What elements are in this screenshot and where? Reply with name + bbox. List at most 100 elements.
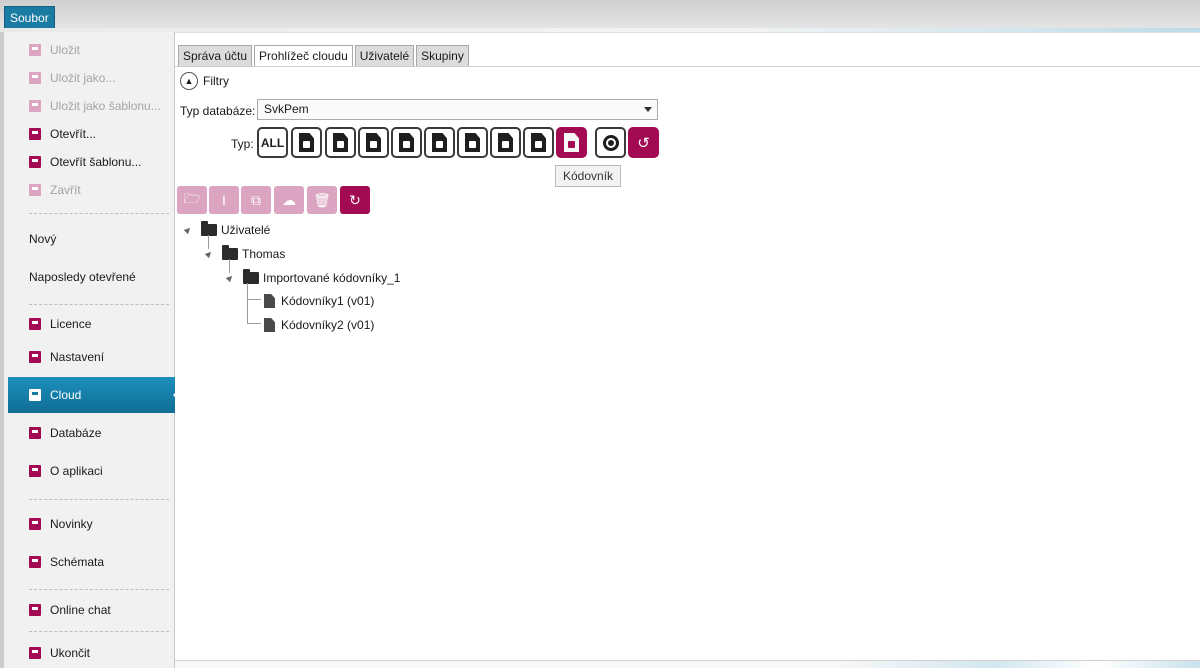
menu-open-template[interactable]: Otevřít šablonu... <box>8 148 175 176</box>
chevron-up-icon: ▲ <box>180 72 198 90</box>
menu-recent-label: Naposledy otevřené <box>29 270 136 284</box>
menu-open[interactable]: Otevřít... <box>8 120 175 148</box>
folder-open-template-icon <box>29 156 41 168</box>
menu-about[interactable]: O aplikaci <box>8 457 175 485</box>
tree-node-codebook-2[interactable]: Kódovníky2 (v01) <box>264 317 374 333</box>
type-dollar-button[interactable] <box>358 127 389 158</box>
tree-node-label: Kódovníky2 (v01) <box>281 318 375 332</box>
refresh-button[interactable]: ↻ <box>340 186 370 214</box>
codebook-file-icon <box>264 318 275 332</box>
menu-cloud[interactable]: Cloud <box>8 377 180 413</box>
type-users-button[interactable] <box>291 127 322 158</box>
tree-node-label: Kódovníky1 (v01) <box>281 294 375 308</box>
tree-node-label: Uživatelé <box>221 223 271 237</box>
menu-separator <box>29 631 169 632</box>
db-type-value: SvkPem <box>264 102 309 116</box>
tab-divider <box>175 66 1200 67</box>
expand-user-icon[interactable] <box>204 249 214 259</box>
menu-database[interactable]: Databáze <box>8 419 175 447</box>
table-doc-icon <box>498 133 513 152</box>
tab-account-management[interactable]: Správa účtu <box>178 45 253 66</box>
folder-open-icon <box>29 128 41 140</box>
type-table-button[interactable] <box>490 127 521 158</box>
save-as-icon <box>29 72 41 84</box>
menu-license-label: Licence <box>50 317 92 331</box>
ribbon-bar: Soubor <box>0 0 1200 32</box>
type-label: Typ: <box>231 137 254 151</box>
tab-cloud-browser[interactable]: Prohlížeč cloudu <box>254 45 353 67</box>
tree-node-label: Thomas <box>242 247 286 261</box>
rename-button[interactable]: I <box>209 186 239 214</box>
tab-strip: Správa účtu Prohlížeč cloudu Uživatelé S… <box>178 45 471 67</box>
tree-line <box>229 259 230 273</box>
new-folder-button[interactable]: 🗁 <box>177 186 207 214</box>
display-doc-icon <box>333 133 348 152</box>
license-icon <box>29 318 41 330</box>
menu-schemas-label: Schémata <box>50 555 105 569</box>
menu-save[interactable]: Uložit <box>8 36 175 64</box>
menu-close-label: Zavřít <box>50 183 81 197</box>
type-screen-button[interactable] <box>424 127 455 158</box>
file-tab[interactable]: Soubor <box>4 6 55 29</box>
tree-node-thomas[interactable]: Thomas <box>222 245 286 262</box>
reset-filters-button[interactable]: ↺ <box>628 127 659 158</box>
chevron-down-icon <box>644 107 652 112</box>
tab-groups[interactable]: Skupiny <box>416 45 469 66</box>
menu-recent[interactable]: Naposledy otevřené <box>8 263 175 291</box>
menu-new[interactable]: Nový <box>8 225 175 253</box>
tree-node-codebook-1[interactable]: Kódovníky1 (v01) <box>264 293 374 309</box>
db-type-label: Typ databáze: <box>180 104 256 118</box>
menu-settings[interactable]: Nastavení <box>8 343 175 371</box>
menu-schemas[interactable]: Schémata <box>8 548 175 576</box>
expand-root-icon[interactable] <box>183 225 193 235</box>
menu-save-as-label: Uložit jako... <box>50 71 116 85</box>
type-all-label: ALL <box>260 135 285 150</box>
menu-save-template[interactable]: Uložit jako šablonu... <box>8 92 175 120</box>
type-codebook-button[interactable] <box>556 127 587 158</box>
screen-doc-icon <box>432 133 447 152</box>
menu-separator <box>29 213 169 214</box>
filters-label: Filtry <box>203 74 229 88</box>
undo-icon: ↺ <box>637 134 650 152</box>
type-display-button[interactable] <box>325 127 356 158</box>
menu-exit[interactable]: Ukončit <box>8 639 175 667</box>
db-type-select[interactable]: SvkPem <box>257 99 658 120</box>
menu-news[interactable]: Novinky <box>8 510 175 538</box>
tab-users[interactable]: Uživatelé <box>354 45 415 66</box>
type-video-button[interactable] <box>391 127 422 158</box>
main-panel: Správa účtu Prohlížeč cloudu Uživatelé S… <box>175 32 1200 660</box>
close-file-icon <box>29 184 41 196</box>
filters-toggle[interactable]: ▲ Filtry <box>180 72 229 90</box>
menu-save-as[interactable]: Uložit jako... <box>8 64 175 92</box>
preview-button[interactable] <box>595 127 626 158</box>
type-list-button[interactable] <box>523 127 554 158</box>
tree-node-users[interactable]: Uživatelé <box>201 221 271 238</box>
save-template-icon <box>29 100 41 112</box>
expand-folder-icon[interactable] <box>225 273 235 283</box>
schema-icon <box>29 556 41 568</box>
users-doc-icon <box>299 133 314 152</box>
settings-icon <box>29 351 41 363</box>
info-icon <box>29 465 41 477</box>
menu-online-chat[interactable]: Online chat <box>8 596 175 624</box>
cloud-save-button[interactable]: ☁ <box>274 186 304 214</box>
menu-cloud-label: Cloud <box>50 388 82 402</box>
menu-new-label: Nový <box>29 232 57 246</box>
menu-save-label: Uložit <box>50 43 81 57</box>
menu-exit-label: Ukončit <box>50 646 91 660</box>
text-cursor-icon: I <box>222 192 226 208</box>
menu-license[interactable]: Licence <box>8 310 175 338</box>
tree-node-imported-folder[interactable]: Importované kódovníky_1 <box>243 269 401 286</box>
menu-close[interactable]: Zavřít <box>8 176 175 204</box>
type-edit-button[interactable] <box>457 127 488 158</box>
delete-button[interactable]: 🗑 <box>307 186 337 214</box>
eye-icon <box>602 134 619 151</box>
chat-icon <box>29 604 41 616</box>
copy-button[interactable]: ⧉ <box>241 186 271 214</box>
menu-open-template-label: Otevřít šablonu... <box>50 155 142 169</box>
dollar-doc-icon <box>366 133 381 152</box>
save-icon <box>29 44 41 56</box>
folder-icon <box>201 221 217 236</box>
tree-node-label: Importované kódovníky_1 <box>263 271 401 285</box>
type-all-button[interactable]: ALL <box>257 127 288 158</box>
